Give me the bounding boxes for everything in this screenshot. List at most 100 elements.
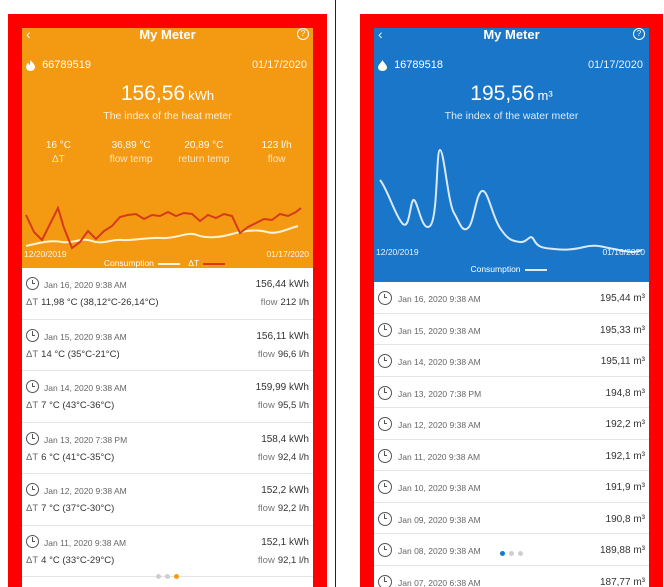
reading-delta-t: ΔT 7 °C (43°C-36°C) <box>26 400 114 411</box>
reading-energy: 156,44 kWh <box>255 279 309 290</box>
clock-icon <box>378 448 392 463</box>
reading-volume: 190,8 m³ <box>605 513 645 525</box>
reading-delta-t: ΔT 7 °C (37°C-30°C) <box>26 503 114 514</box>
list-item[interactable]: Jan 16, 2020 9:38 AM 195,44 m³ <box>374 282 649 314</box>
list-item[interactable]: Jan 11, 2020 9:38 AM 192,1 m³ <box>374 440 649 471</box>
reading-flow: flow 92,4 l/h <box>258 452 309 463</box>
list-item[interactable]: Jan 16, 2020 9:38 AM 156,44 kWh ΔT 11,98 … <box>22 268 313 320</box>
legend-consumption-swatch <box>157 262 180 265</box>
clock-icon <box>26 534 39 548</box>
delta-t-value: 14 °C (35°C-21°C) <box>41 348 120 360</box>
page-dot-active[interactable] <box>500 551 505 556</box>
chart-end-date: 01/16/2020 <box>602 247 645 257</box>
page-dot[interactable] <box>165 574 170 579</box>
heat-reading-list: Jan 16, 2020 9:38 AM 156,44 kWh ΔT 11,98 … <box>22 268 313 577</box>
delta-t-label: ΔT <box>26 503 39 514</box>
heat-meter-screen: ‹ My Meter ? 66789519 01/17/2020 156,56 k… <box>22 28 313 587</box>
reading-energy: 158,4 kWh <box>261 433 309 445</box>
delta-t-label: ΔT <box>26 400 39 411</box>
reading-volume: 191,9 m³ <box>605 482 645 493</box>
clock-icon <box>26 277 39 290</box>
reading-flow: flow 92,1 l/h <box>258 555 309 566</box>
page-dot-active[interactable] <box>174 574 179 579</box>
reading-flow: flow 212 l/h <box>261 297 309 308</box>
flow-label: flow <box>257 503 275 514</box>
heat-trend-chart <box>25 205 302 250</box>
delta-t-label: ΔT <box>26 554 39 566</box>
reading-flow: flow 95,5 l/h <box>258 400 309 411</box>
legend-dt-label: ΔT <box>188 258 200 268</box>
list-item[interactable]: Jan 07, 2020 6:38 AM 187,77 m³ <box>374 566 649 587</box>
reading-delta-t: ΔT 4 °C (33°C-29°C) <box>26 555 114 566</box>
chart-legend: Consumption <box>374 264 649 274</box>
reading-timestamp: Jan 11, 2020 9:38 AM <box>398 451 481 462</box>
flow-value: 92,4 l/h <box>277 451 309 463</box>
flow-value: 92,2 l/h <box>277 503 309 514</box>
delta-t-label: ΔT <box>26 348 39 360</box>
page-dot[interactable] <box>509 551 514 556</box>
flow-label: flow <box>257 348 275 360</box>
legend-dt-swatch <box>203 262 226 265</box>
list-item[interactable]: Jan 13, 2020 7:38 PM 158,4 kWh ΔT 6 °C (4… <box>22 423 313 474</box>
list-item[interactable]: Jan 12, 2020 9:38 AM 152,2 kWh ΔT 7 °C (3… <box>22 474 313 526</box>
reading-timestamp: Jan 11, 2020 9:38 AM <box>44 537 127 548</box>
clock-icon <box>378 354 392 368</box>
reading-timestamp: Jan 15, 2020 9:38 AM <box>44 331 127 342</box>
delta-t-value: 7 °C (37°C-30°C) <box>41 503 115 514</box>
reading-energy: 152,1 kWh <box>261 536 309 548</box>
clock-icon <box>378 417 392 431</box>
reading-delta-t: ΔT 6 °C (41°C-35°C) <box>26 452 114 463</box>
clock-icon <box>378 385 392 400</box>
reading-volume: 195,11 m³ <box>600 356 645 367</box>
chart-legend: Consumption ΔT <box>22 258 313 268</box>
flow-label: flow <box>257 400 275 411</box>
list-item[interactable]: Jan 15, 2020 9:38 AM 195,33 m³ <box>374 314 649 345</box>
chart-start-date: 12/20/2019 <box>376 247 419 257</box>
page-dot[interactable] <box>518 551 523 556</box>
reading-volume: 195,44 m³ <box>599 293 645 304</box>
delta-t-value: 7 °C (43°C-36°C) <box>41 400 115 411</box>
list-item[interactable]: Jan 14, 2020 9:38 AM 195,11 m³ <box>374 345 649 377</box>
reading-timestamp: Jan 07, 2020 6:38 AM <box>398 577 481 587</box>
list-item[interactable]: Jan 13, 2020 7:38 PM 194,8 m³ <box>374 377 649 408</box>
reading-volume: 195,33 m³ <box>599 324 645 336</box>
reading-timestamp: Jan 13, 2020 7:38 PM <box>398 388 482 399</box>
clock-icon <box>378 574 392 587</box>
flow-value: 95,5 l/h <box>277 400 309 411</box>
reading-energy: 159,99 kWh <box>255 382 309 393</box>
water-trend-chart <box>379 148 643 253</box>
flow-value: 212 l/h <box>280 297 309 308</box>
page-dot[interactable] <box>156 574 161 579</box>
clock-icon <box>378 322 392 337</box>
reading-flow: flow 92,2 l/h <box>258 503 309 514</box>
delta-t-value: 11,98 °C (38,12°C-26,14°C) <box>41 297 159 308</box>
reading-energy: 152,2 kWh <box>261 485 309 496</box>
legend-consumption-swatch <box>524 268 547 271</box>
list-item[interactable]: Jan 14, 2020 9:38 AM 159,99 kWh ΔT 7 °C (… <box>22 371 313 423</box>
reading-delta-t: ΔT 11,98 °C (38,12°C-26,14°C) <box>26 297 159 308</box>
flow-label: flow <box>260 297 278 308</box>
reading-flow: flow 96,6 l/h <box>258 349 309 360</box>
clock-icon <box>378 511 392 526</box>
delta-t-label: ΔT <box>26 297 39 308</box>
clock-icon <box>378 291 392 305</box>
reading-volume: 194,8 m³ <box>605 387 645 399</box>
reading-delta-t: ΔT 14 °C (35°C-21°C) <box>26 349 120 360</box>
page-indicator <box>22 566 313 584</box>
water-reading-list: Jan 16, 2020 9:38 AM 195,44 m³ Jan 15, 20… <box>374 282 649 587</box>
page-indicator <box>374 543 649 561</box>
water-header: ‹ My Meter ? 16789518 01/17/2020 195,56 m… <box>374 28 649 282</box>
list-item[interactable]: Jan 15, 2020 9:38 AM 156,11 kWh ΔT 14 °C … <box>22 320 313 371</box>
list-item[interactable]: Jan 12, 2020 9:38 AM 192,2 m³ <box>374 408 649 440</box>
reading-volume: 192,1 m³ <box>605 450 645 462</box>
water-meter-screen: ‹ My Meter ? 16789518 01/17/2020 195,56 m… <box>374 28 649 587</box>
list-item[interactable]: Jan 10, 2020 9:38 AM 191,9 m³ <box>374 471 649 503</box>
screenshot-stage: ‹ My Meter ? 66789519 01/17/2020 156,56 k… <box>0 0 664 587</box>
reading-timestamp: Jan 15, 2020 9:38 AM <box>398 325 481 336</box>
clock-icon <box>26 431 39 445</box>
reading-volume: 187,77 m³ <box>599 576 645 587</box>
reading-volume: 192,2 m³ <box>605 419 645 430</box>
list-item[interactable]: Jan 09, 2020 9:38 AM 190,8 m³ <box>374 503 649 534</box>
reading-energy: 156,11 kWh <box>256 330 309 342</box>
delta-t-value: 4 °C (33°C-29°C) <box>41 554 115 566</box>
